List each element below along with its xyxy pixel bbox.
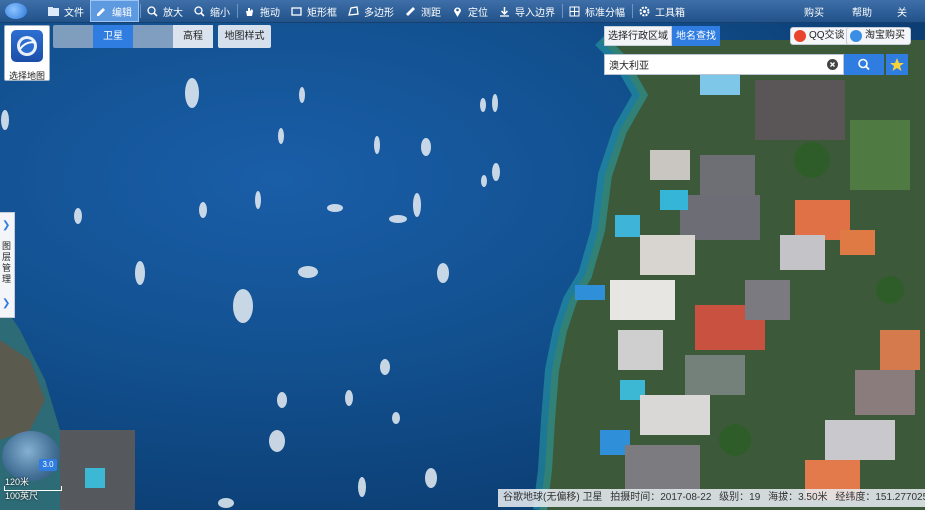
- toolbar-import-button[interactable]: 导入边界: [494, 0, 561, 22]
- status-source: 谷歌地球(无偏移) 卫星: [503, 492, 603, 503]
- rectangle-icon: [291, 6, 302, 16]
- favorite-button[interactable]: [886, 54, 908, 75]
- taobao-buy-label: 淘宝购买: [865, 30, 905, 41]
- toolbar-separator: [562, 4, 563, 18]
- star-icon: [890, 58, 904, 71]
- qq-chat-label: QQ交谈: [809, 30, 845, 41]
- status-bar: 谷歌地球(无偏移) 卫星 拍摄时间：2017-08-22 级别：19 海拔：3.…: [498, 489, 925, 507]
- toolbar-separator: [140, 4, 141, 18]
- toolbar-item-label: 工具箱: [655, 7, 685, 19]
- scale-label-feet: 100英尺: [5, 491, 39, 501]
- toolbar-gear-button[interactable]: 工具箱: [634, 0, 691, 22]
- toolbar-edit-button[interactable]: 编辑: [90, 0, 139, 22]
- clear-icon[interactable]: [827, 59, 838, 70]
- folder-icon: [48, 6, 59, 16]
- layer-management-panel[interactable]: ❯ 图层管理 ❯: [0, 212, 15, 318]
- toolbar-item-label: 帮助: [852, 7, 872, 19]
- toolbar-item-label: 测距: [421, 7, 441, 19]
- map-type-tabs: 卫星 高程: [53, 25, 213, 48]
- taobao-buy-button[interactable]: 淘宝购买: [846, 27, 911, 45]
- map-style-button[interactable]: 地图样式: [218, 25, 271, 48]
- search-button[interactable]: [844, 54, 884, 75]
- search-input[interactable]: [609, 56, 821, 73]
- map-selector[interactable]: 选择地图: [4, 25, 50, 81]
- toolbar-folder-button[interactable]: 文件: [43, 0, 90, 22]
- main-toolbar: 文件 编辑 放大 缩小 拖动 矩形框 多边形 测距 定位 导入边界 标准分幅 工具箱 购买 ?帮助 关: [0, 0, 925, 23]
- toolbar-separator: [632, 4, 633, 18]
- toolbar-item-label: 标准分幅: [585, 7, 625, 19]
- hand-icon: [246, 7, 253, 16]
- zoom-out-icon: [194, 5, 205, 17]
- toolbar-location-pin-button[interactable]: 定位: [447, 0, 494, 22]
- toolbar-item-label: 缩小: [210, 7, 230, 19]
- toolbar-item-label: 拖动: [260, 7, 280, 19]
- qq-icon: [794, 30, 806, 42]
- map-selector-label: 选择地图: [8, 71, 45, 81]
- gear-icon: [639, 6, 650, 16]
- toolbar-item-label: 文件: [64, 7, 84, 19]
- mini-globe-navigator[interactable]: [2, 431, 60, 481]
- satellite-imagery: [0, 35, 925, 510]
- toolbar-item-label: 多边形: [364, 7, 394, 19]
- toolbar-rectangle-button[interactable]: 矩形框: [286, 0, 343, 22]
- search-tabs: 选择行政区域 地名查找: [604, 26, 720, 46]
- map-type-tab-3[interactable]: 高程: [173, 25, 213, 48]
- tab-place-search[interactable]: 地名查找: [672, 26, 720, 46]
- toolbar-polygon-button[interactable]: 多边形: [343, 0, 400, 22]
- toolbar-item-label: 放大: [163, 7, 183, 19]
- location-pin-icon: [454, 7, 461, 17]
- layer-management-label: 图层管理: [2, 241, 12, 284]
- toolbar-zoom-out-button[interactable]: 缩小: [189, 0, 236, 22]
- toolbar-grid-button[interactable]: 标准分幅: [564, 0, 631, 22]
- status-level: 级别：19: [719, 492, 761, 503]
- zoom-badge: 3.0: [39, 459, 57, 471]
- toolbar-cart-button[interactable]: 购买: [804, 0, 824, 22]
- toolbar-hand-button[interactable]: 拖动: [239, 0, 286, 22]
- grid-icon: [569, 6, 580, 16]
- toolbar-info-button[interactable]: 关: [897, 0, 907, 22]
- toolbar-item-label: 购买: [804, 7, 824, 19]
- taobao-icon: [850, 30, 862, 42]
- map-type-tab-0[interactable]: [53, 25, 93, 48]
- toolbar-zoom-in-button[interactable]: 放大: [142, 0, 189, 22]
- toolbar-ruler-button[interactable]: 测距: [400, 0, 447, 22]
- chevron-right-icon[interactable]: ❯: [2, 221, 12, 231]
- zoom-in-icon: [147, 5, 158, 17]
- app-logo-icon: [5, 3, 27, 19]
- toolbar-item-label: 导入边界: [515, 7, 555, 19]
- status-coordinates: 经纬度：151.27702564，-33.8: [835, 492, 925, 503]
- status-altitude: 海拔：3.50米: [768, 492, 828, 503]
- google-earth-icon: [11, 30, 43, 62]
- toolbar-help-button[interactable]: ?帮助: [852, 0, 872, 22]
- import-icon: [500, 6, 509, 17]
- map-type-tab-2[interactable]: [133, 25, 173, 48]
- search-icon: [858, 58, 870, 71]
- polygon-icon: [348, 5, 359, 16]
- satellite-map[interactable]: [0, 0, 925, 510]
- toolbar-separator: [237, 4, 238, 18]
- toolbar-item-label: 矩形框: [307, 7, 337, 19]
- chevron-right-icon[interactable]: ❯: [2, 299, 12, 309]
- tab-select-region[interactable]: 选择行政区域: [604, 26, 672, 46]
- status-capture-time: 拍摄时间：2017-08-22: [610, 492, 712, 503]
- edit-icon: [97, 7, 105, 16]
- toolbar-item-label: 关: [897, 7, 907, 19]
- ruler-icon: [406, 6, 415, 16]
- qq-chat-button[interactable]: QQ交谈: [790, 27, 851, 45]
- search-box: [604, 54, 844, 75]
- toolbar-item-label: 定位: [468, 7, 488, 19]
- map-type-tab-1[interactable]: 卫星: [93, 25, 133, 48]
- toolbar-item-label: 编辑: [112, 7, 132, 19]
